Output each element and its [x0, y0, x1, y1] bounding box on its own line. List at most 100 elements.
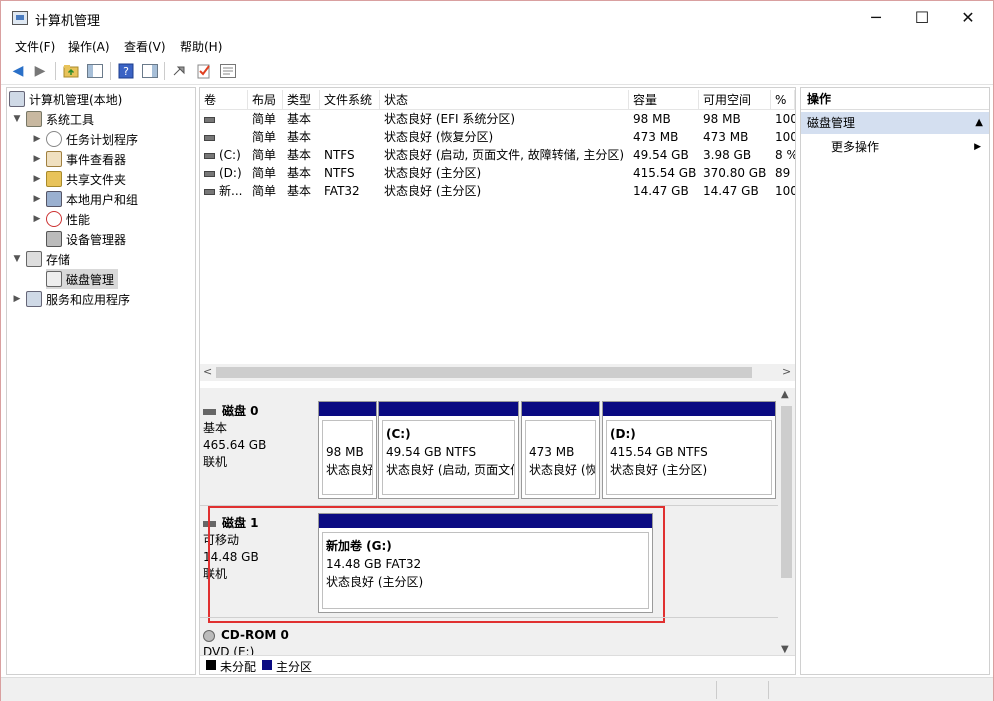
scroll-thumb[interactable] [781, 406, 792, 578]
toolbar-separator [164, 62, 165, 80]
legend-unallocated-label: 未分配 [220, 660, 257, 674]
tree-storage[interactable]: ▼ 存储 [11, 249, 70, 269]
tree-item-event-viewer[interactable]: ▶ 事件查看器 [31, 149, 126, 169]
users-icon [46, 191, 62, 207]
scroll-left-arrow[interactable]: < [203, 365, 212, 378]
chevron-right-icon[interactable]: ▶ [31, 134, 43, 144]
actions-section-label: 磁盘管理 [807, 116, 856, 130]
cell-text: 状态良好 (主分区) [384, 166, 482, 180]
help-icon[interactable]: ? [116, 61, 136, 81]
cell-text: 基本 [287, 166, 312, 180]
chevron-right-icon[interactable]: ▶ [31, 154, 43, 164]
close-button[interactable]: ✕ [945, 1, 991, 35]
chevron-down-icon[interactable]: ▼ [11, 254, 23, 264]
disk-divider [200, 617, 778, 618]
partition-c[interactable]: (C:) 49.54 GB NTFS 状态良好 (启动, 页面文件 [378, 401, 519, 499]
tree-item-local-users[interactable]: ▶ 本地用户和组 [31, 189, 138, 209]
tree-services-label: 服务和应用程序 [46, 292, 131, 307]
chevron-right-icon[interactable]: ▶ [31, 214, 43, 224]
partition-bar [522, 402, 599, 416]
cell-text: 14.47 GB [633, 184, 689, 198]
tree-item-device-manager[interactable]: 设备管理器 [46, 229, 126, 249]
disk-type: 基本 [203, 421, 228, 435]
show-hide-action-pane-icon[interactable] [140, 61, 160, 81]
column-header-status[interactable]: 状态 [380, 90, 629, 110]
scroll-up-arrow[interactable]: ▲ [781, 389, 789, 400]
minimize-button[interactable]: ─ [853, 1, 899, 35]
tree-item-label: 任务计划程序 [66, 132, 139, 147]
menu-file[interactable]: 文件(F) [15, 38, 55, 55]
volume-row[interactable]: 简单 基本 状态良好 (EFI 系统分区) 98 MB 98 MB 100 [200, 110, 795, 128]
chevron-right-icon[interactable]: ▶ [31, 174, 43, 184]
cell-text: 状态良好 (恢复分区) [384, 130, 494, 144]
column-header-layout[interactable]: 布局 [248, 90, 283, 110]
scroll-down-arrow[interactable]: ▼ [781, 644, 789, 655]
volume-row[interactable]: (C:) 简单 基本 NTFS 状态良好 (启动, 页面文件, 故障转储, 主分区) 49… [200, 146, 795, 164]
partition-d[interactable]: (D:) 415.54 GB NTFS 状态良好 (主分区) [602, 401, 776, 499]
actions-more[interactable]: 更多操作 ▶ [801, 136, 989, 158]
menu-bar: 文件(F) 操作(A) 查看(V) 帮助(H) [1, 35, 993, 57]
scroll-right-arrow[interactable]: > [782, 365, 791, 378]
actions-section-disk-management[interactable]: 磁盘管理 ▲ [801, 112, 989, 134]
cdrom-icon [203, 629, 215, 642]
tree-item-shared-folders[interactable]: ▶ 共享文件夹 [31, 169, 126, 189]
properties-icon[interactable] [218, 61, 238, 81]
shared-folder-icon [46, 171, 62, 187]
partition-recovery[interactable]: 473 MB 状态良好 (恢 [521, 401, 600, 499]
show-hide-tree-icon[interactable] [85, 61, 105, 81]
column-header-filesystem[interactable]: 文件系统 [320, 90, 380, 110]
tree-item-performance[interactable]: ▶ 性能 [31, 209, 90, 229]
scroll-thumb[interactable] [216, 367, 752, 378]
legend-unallocated-swatch [206, 660, 216, 670]
cell-volume [200, 128, 248, 146]
cell-type: 基本 [283, 182, 320, 200]
title-bar: 计算机管理 ─ ☐ ✕ [1, 1, 993, 35]
horizontal-scrollbar[interactable]: < > [200, 364, 795, 381]
maximize-button[interactable]: ☐ [899, 1, 945, 35]
back-arrow-icon[interactable]: ◀ [8, 61, 28, 81]
column-header-type[interactable]: 类型 [283, 90, 320, 110]
cell-type: 基本 [283, 110, 320, 128]
cell-text: 89 [775, 166, 791, 180]
chevron-right-icon: ▶ [974, 142, 981, 152]
cell-status: 状态良好 (主分区) [380, 164, 629, 182]
menu-action[interactable]: 操作(A) [68, 38, 110, 55]
collapse-icon[interactable]: ▲ [975, 112, 983, 134]
volume-list-header: 卷 布局 类型 文件系统 状态 容量 可用空间 % [200, 90, 795, 110]
connect-icon[interactable] [170, 61, 190, 81]
column-header-free-space[interactable]: 可用空间 [699, 90, 771, 110]
tree-root-label: 计算机管理(本地) [29, 92, 123, 107]
up-folder-icon[interactable] [61, 61, 81, 81]
navigation-tree: 计算机管理(本地) ▼ 系统工具 ▶ 任务计划程序 ▶ 事件查看器 ▶ 共享文件… [6, 87, 196, 675]
partition-efi[interactable]: 98 MB 状态良好 [318, 401, 377, 499]
checklist-icon[interactable] [194, 61, 214, 81]
volume-row[interactable]: (D:) 简单 基本 NTFS 状态良好 (主分区) 415.54 GB 370.80 GB… [200, 164, 795, 182]
volume-row[interactable]: 简单 基本 状态良好 (恢复分区) 473 MB 473 MB 100 [200, 128, 795, 146]
tree-item-disk-management[interactable]: 磁盘管理 [46, 269, 119, 289]
column-header-volume[interactable]: 卷 [200, 90, 248, 110]
drive-icon [204, 116, 215, 123]
column-header-capacity[interactable]: 容量 [629, 90, 699, 110]
cell-filesystem [320, 128, 380, 146]
chevron-down-icon[interactable]: ▼ [11, 114, 23, 124]
menu-view[interactable]: 查看(V) [124, 38, 166, 55]
vertical-scrollbar[interactable]: ▲ ▼ [778, 388, 795, 662]
actions-more-label: 更多操作 [831, 140, 880, 154]
actions-title: 操作 [801, 88, 989, 110]
menu-help[interactable]: 帮助(H) [180, 38, 222, 55]
volume-row[interactable]: 新... 简单 基本 FAT32 状态良好 (主分区) 14.47 GB 14.47 GB 1… [200, 182, 795, 200]
svg-text:?: ? [123, 65, 129, 78]
tree-item-task-scheduler[interactable]: ▶ 任务计划程序 [31, 129, 138, 149]
partition-label: (D:) [610, 427, 636, 441]
tree-system-tools[interactable]: ▼ 系统工具 [11, 109, 94, 129]
disk-0-label[interactable]: 磁盘 0 基本 465.64 GB 联机 [203, 403, 316, 471]
cell-text: 98 MB [703, 112, 741, 126]
chevron-right-icon[interactable]: ▶ [31, 194, 43, 204]
tree-services[interactable]: ▶ 服务和应用程序 [11, 289, 130, 309]
cell-capacity: 473 MB [629, 128, 699, 146]
chevron-right-icon[interactable]: ▶ [11, 294, 23, 304]
forward-arrow-icon[interactable]: ▶ [30, 61, 50, 81]
column-header-percent[interactable]: % [771, 90, 795, 110]
tree-root[interactable]: 计算机管理(本地) [9, 89, 122, 109]
cell-status: 状态良好 (启动, 页面文件, 故障转储, 主分区) [380, 146, 629, 164]
